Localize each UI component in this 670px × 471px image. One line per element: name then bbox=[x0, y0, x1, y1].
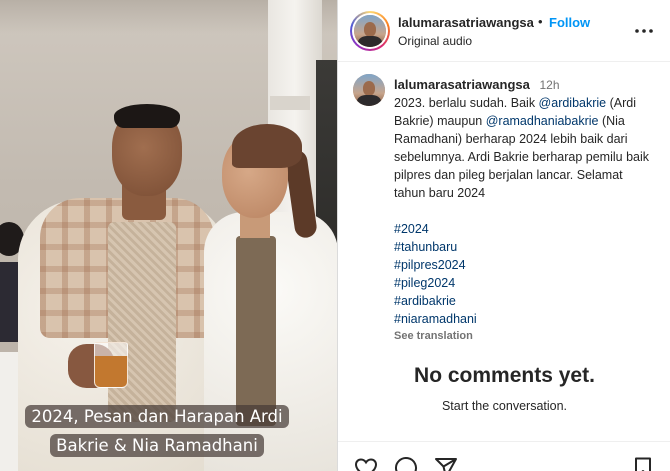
drink-cup bbox=[94, 342, 128, 388]
woman-hair bbox=[232, 124, 302, 168]
post-sidebar: lalumarasatriawangsa • Follow Original a… bbox=[337, 0, 670, 471]
caption-text-part-1: 2023. berlalu sudah. Baik bbox=[394, 96, 539, 110]
post-header: lalumarasatriawangsa • Follow Original a… bbox=[338, 0, 670, 62]
woman-inner-garment bbox=[236, 236, 276, 426]
no-comments-title: No comments yet. bbox=[414, 364, 595, 387]
start-conversation-text: Start the conversation. bbox=[441, 399, 568, 413]
post-caption: lalumarasatriawangsa 12h 2023. berlalu s… bbox=[338, 62, 670, 378]
media-caption-overlay: 2024, Pesan dan Harapan Ardi Bakrie & Ni… bbox=[18, 402, 296, 460]
author-avatar[interactable] bbox=[350, 11, 390, 51]
post-media[interactable]: 2024, Pesan dan Harapan Ardi Bakrie & Ni… bbox=[0, 0, 337, 471]
hashtag-list: #2024 #tahunbaru #pilpres2024 #pileg2024… bbox=[394, 220, 654, 328]
heart-icon[interactable] bbox=[354, 456, 378, 471]
bookmark-icon[interactable] bbox=[631, 456, 655, 471]
wall-molding bbox=[270, 96, 310, 110]
mention-ramadhaniabakrie[interactable]: @ramadhaniabakrie bbox=[486, 114, 599, 128]
separator-dot: • bbox=[538, 14, 543, 29]
media-caption-line-2: Bakrie & Nia Ramadhani bbox=[50, 434, 264, 457]
avatar bbox=[354, 15, 386, 47]
more-options-icon[interactable] bbox=[634, 22, 654, 40]
hashtag-link[interactable]: #2024 bbox=[394, 220, 654, 238]
hashtag-link[interactable]: #tahunbaru bbox=[394, 238, 654, 256]
hashtag-link[interactable]: #pileg2024 bbox=[394, 274, 654, 292]
caption-username[interactable]: lalumarasatriawangsa bbox=[394, 77, 530, 92]
media-caption-line-1: 2024, Pesan dan Harapan Ardi bbox=[25, 405, 289, 428]
hashtag-link[interactable]: #niaramadhani bbox=[394, 310, 654, 328]
see-translation-link[interactable]: See translation bbox=[394, 330, 654, 342]
follow-button[interactable]: Follow bbox=[549, 15, 590, 30]
comment-icon[interactable] bbox=[394, 456, 418, 471]
share-icon[interactable] bbox=[434, 456, 458, 471]
man-hair bbox=[114, 104, 180, 128]
caption-text: 2023. berlalu sudah. Baik @ardibakrie (A… bbox=[394, 94, 654, 202]
hashtag-link[interactable]: #pilpres2024 bbox=[394, 256, 654, 274]
post-timestamp[interactable]: 12h bbox=[539, 78, 559, 92]
audio-link[interactable]: Original audio bbox=[398, 34, 472, 48]
caption-avatar[interactable] bbox=[353, 74, 385, 106]
mention-ardibakrie[interactable]: @ardibakrie bbox=[539, 96, 607, 110]
author-username[interactable]: lalumarasatriawangsa bbox=[398, 15, 534, 30]
hashtag-link[interactable]: #ardibakrie bbox=[394, 292, 654, 310]
action-bar bbox=[338, 441, 670, 471]
man-sweater bbox=[108, 222, 176, 422]
